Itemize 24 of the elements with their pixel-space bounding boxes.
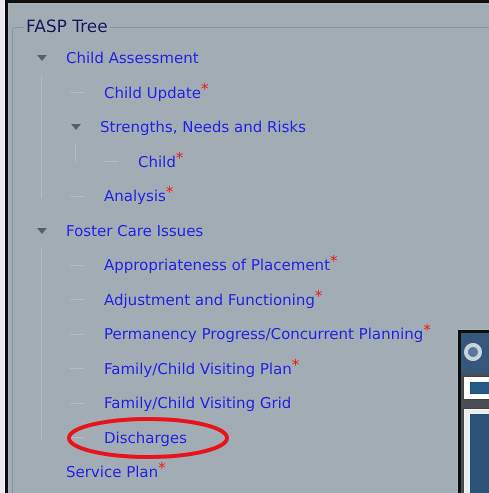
required-asterisk: * xyxy=(423,323,431,338)
tree-item[interactable]: Strengths, Needs and Risks xyxy=(100,116,306,138)
collapse-arrow-icon[interactable] xyxy=(71,124,81,130)
tree-item[interactable]: Analysis xyxy=(104,185,166,208)
tree-item[interactable]: Appropriateness of Placement xyxy=(104,254,330,276)
tree-item[interactable]: Adjustment and Functioning xyxy=(104,288,315,311)
tree-item[interactable]: Family/Child Visiting Grid xyxy=(104,392,292,414)
tree-item[interactable]: Foster Care Issues xyxy=(66,220,204,242)
required-asterisk: * xyxy=(330,254,338,269)
collapse-arrow-icon[interactable] xyxy=(37,228,47,234)
required-asterisk: * xyxy=(166,185,174,200)
tree-item[interactable]: Service Plan xyxy=(66,461,158,484)
required-asterisk: * xyxy=(176,150,184,166)
tree-item[interactable]: Child Update xyxy=(104,82,201,104)
required-asterisk: * xyxy=(158,461,166,476)
required-asterisk: * xyxy=(200,82,208,96)
collapse-arrow-icon[interactable] xyxy=(37,55,47,62)
tree-item[interactable]: Family/Child Visiting Plan xyxy=(104,358,292,380)
required-asterisk: * xyxy=(314,288,322,304)
tree-item[interactable]: Child Assessment xyxy=(66,47,199,70)
tree-item[interactable]: Permanency Progress/Concurrent Planning xyxy=(104,323,424,346)
required-asterisk: * xyxy=(292,358,300,372)
tree-item[interactable]: Child xyxy=(138,150,176,173)
tree-item[interactable]: Discharges xyxy=(104,426,187,449)
